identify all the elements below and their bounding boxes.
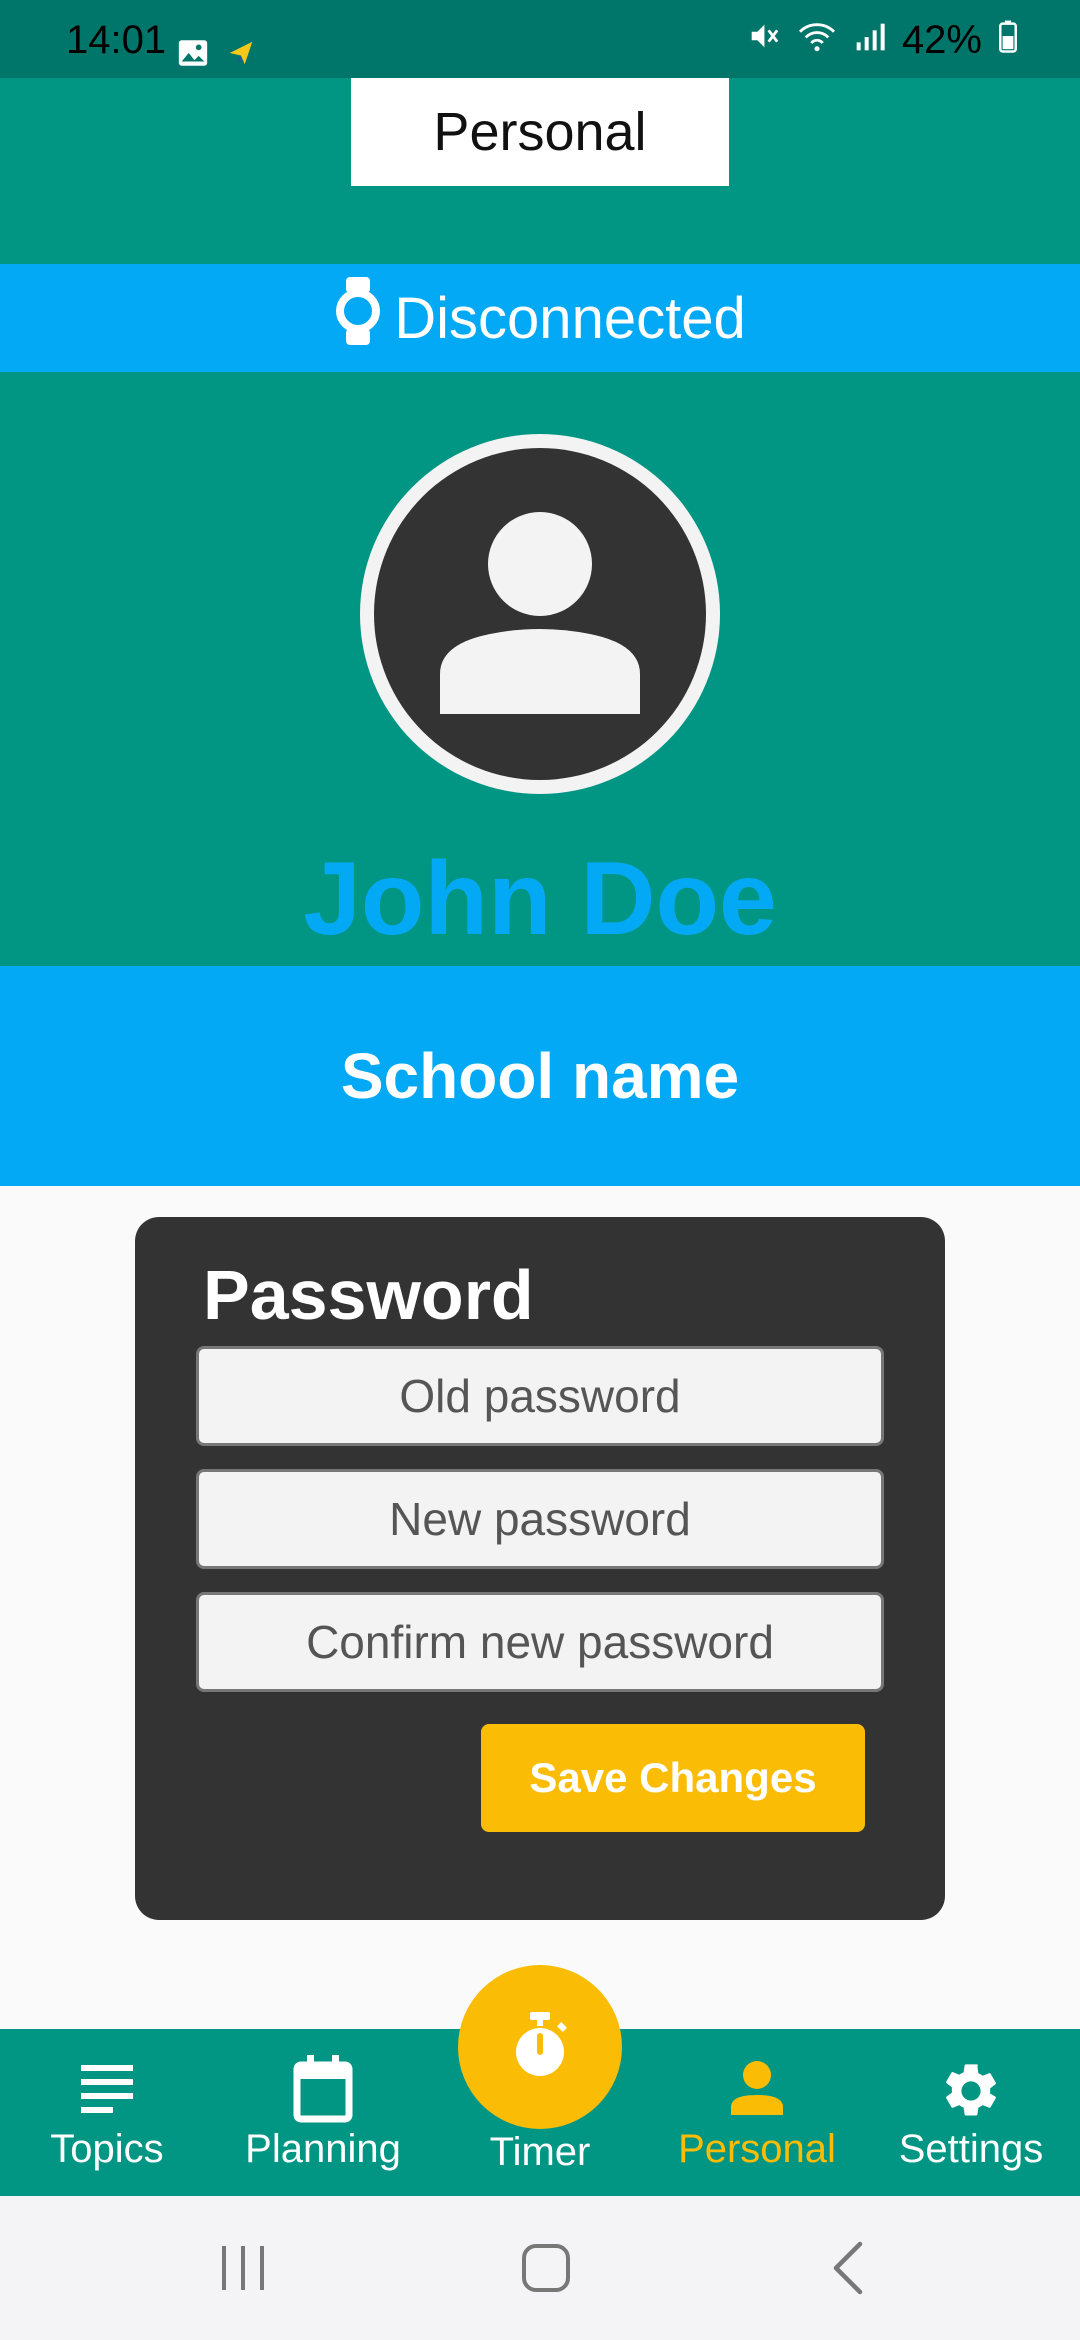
person-icon [727,2059,787,2129]
confirm-password-field[interactable] [196,1592,884,1692]
user-name: John Doe [303,841,777,957]
back-icon[interactable] [830,2240,866,2301]
connection-bar[interactable]: Disconnected [0,264,1080,372]
calendar-icon [291,2053,355,2135]
topics-icon [77,2059,137,2125]
save-changes-button[interactable]: Save Changes [481,1724,865,1832]
nav-settings[interactable]: Settings [866,2029,1076,2196]
recent-apps-icon[interactable] [218,2244,268,2297]
mute-icon [746,18,780,63]
password-title: Password [203,1256,534,1334]
status-time: 14:01 [66,18,167,62]
stopwatch-icon [508,2010,572,2085]
nav-label-settings: Settings [898,2127,1044,2171]
old-password-field[interactable] [196,1346,884,1446]
nav-label-planning: Planning [245,2127,401,2171]
connection-status: Disconnected [394,285,746,351]
home-icon[interactable] [520,2242,572,2299]
nav-label-personal: Personal [678,2127,836,2171]
battery-icon [998,18,1018,63]
watch-icon [334,275,394,361]
battery-level: 42% [901,18,982,62]
nav-topics[interactable]: Topics [2,2029,212,2196]
nav-label-topics: Topics [50,2127,164,2171]
status-right: 42% [746,18,1018,63]
signal-icon [854,18,886,63]
new-password-field[interactable] [196,1469,884,1569]
timer-button[interactable] [458,1965,622,2129]
nav-planning[interactable]: Planning [218,2029,428,2196]
nav-label-timer[interactable]: Timer [458,2130,622,2175]
nav-personal[interactable]: Personal [652,2029,862,2196]
app-notification-icon [226,38,256,73]
avatar-person-icon [374,448,706,780]
gallery-notification-icon [176,36,210,75]
tab-personal[interactable]: Personal [351,78,729,186]
school-name: School name [0,966,1080,1186]
gear-icon [939,2059,1003,2133]
wifi-icon [796,18,838,63]
